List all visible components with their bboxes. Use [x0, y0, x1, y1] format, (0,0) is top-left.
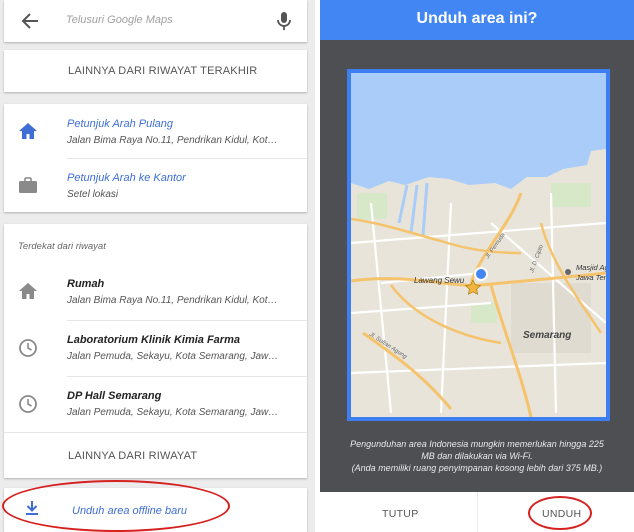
more-history-label: LAINNYA DARI RIWAYAT — [68, 450, 198, 462]
map-label-semarang: Semarang — [523, 330, 571, 341]
annotation-circle — [2, 480, 230, 532]
directions-work-subtitle: Setel lokasi — [67, 189, 119, 200]
map-label-masjid-line1: Masjid Agung — [576, 263, 606, 272]
history-item-title: Rumah — [67, 278, 105, 290]
briefcase-icon — [18, 176, 38, 194]
map-view[interactable]: Lawang Sewu Semarang Masjid Agung Jawa T… — [351, 73, 606, 417]
history-item-address: Jalan Bima Raya No.11, Pendrikan Kidul, … — [67, 295, 279, 306]
directions-home-item[interactable]: Petunjuk Arah Pulang Jalan Bima Raya No.… — [4, 104, 307, 158]
more-history-button[interactable]: LAINNYA DARI RIWAYAT — [4, 438, 307, 478]
history-item-address: Jalan Pemuda, Sekayu, Kota Semarang, Jaw… — [67, 407, 279, 418]
nearby-history-header: Terdekat dari riwayat — [18, 241, 106, 252]
home-icon — [18, 282, 38, 300]
directions-work-title: Petunjuk Arah ke Kantor — [67, 172, 186, 184]
search-input[interactable]: Telusuri Google Maps — [66, 14, 173, 26]
home-icon — [18, 122, 38, 140]
download-size-note: Pengunduhan area Indonesia mungkin memer… — [330, 438, 624, 474]
clock-icon — [18, 338, 38, 357]
cancel-button[interactable]: TUTUP — [382, 508, 419, 520]
download-note-line: (Anda memiliki ruang penyimpanan kosong … — [351, 463, 603, 473]
dialog-header: Unduh area ini? — [320, 0, 634, 40]
history-item-lab[interactable]: Laboratorium Klinik Kimia Farma Jalan Pe… — [4, 320, 307, 374]
history-item-title: DP Hall Semarang — [67, 390, 162, 402]
history-item-address: Jalan Pemuda, Sekayu, Kota Semarang, Jaw… — [67, 351, 279, 362]
more-recent-history-button[interactable]: LAINNYA DARI RIWAYAT TERAKHIR — [4, 50, 307, 92]
directions-home-title: Petunjuk Arah Pulang — [67, 118, 173, 130]
search-bar[interactable]: Telusuri Google Maps — [4, 0, 307, 42]
dialog-title: Unduh area ini? — [416, 10, 538, 27]
more-recent-history-label: LAINNYA DARI RIWAYAT TERAKHIR — [68, 65, 258, 77]
history-item-dp-hall[interactable]: DP Hall Semarang Jalan Pemuda, Sekayu, K… — [4, 376, 307, 430]
left-panel: Telusuri Google Maps LAINNYA DARI RIWAYA… — [0, 0, 315, 532]
nearby-history-card: Terdekat dari riwayat Rumah Jalan Bima R… — [4, 224, 307, 478]
history-item-home[interactable]: Rumah Jalan Bima Raya No.11, Pendrikan K… — [4, 264, 307, 318]
map-label-lawang-sewu: Lawang Sewu — [414, 276, 465, 285]
directions-home-address: Jalan Bima Raya No.11, Pendrikan Kidul, … — [67, 135, 279, 146]
clock-icon — [18, 394, 38, 413]
back-arrow-icon[interactable] — [18, 10, 42, 32]
map-label-masjid-line2: Jawa Tengah — [575, 273, 606, 282]
shortcuts-card: Petunjuk Arah Pulang Jalan Bima Raya No.… — [4, 104, 307, 212]
download-area-dialog: Unduh area ini? Lawang Sewu Semarang Mas… — [320, 0, 634, 532]
download-note-line: Pengunduhan area Indonesia mungkin memer… — [350, 439, 604, 449]
divider — [4, 432, 307, 433]
history-item-title: Laboratorium Klinik Kimia Farma — [67, 334, 240, 346]
selection-area-frame[interactable]: Lawang Sewu Semarang Masjid Agung Jawa T… — [347, 69, 610, 421]
divider — [477, 492, 478, 532]
dialog-actions: TUTUP UNDUH — [320, 492, 634, 532]
microphone-icon[interactable] — [276, 10, 292, 32]
directions-work-item[interactable]: Petunjuk Arah ke Kantor Setel lokasi — [4, 158, 307, 212]
download-note-line: MB dan dilakukan via Wi-Fi. — [421, 451, 533, 461]
annotation-circle — [528, 496, 592, 530]
